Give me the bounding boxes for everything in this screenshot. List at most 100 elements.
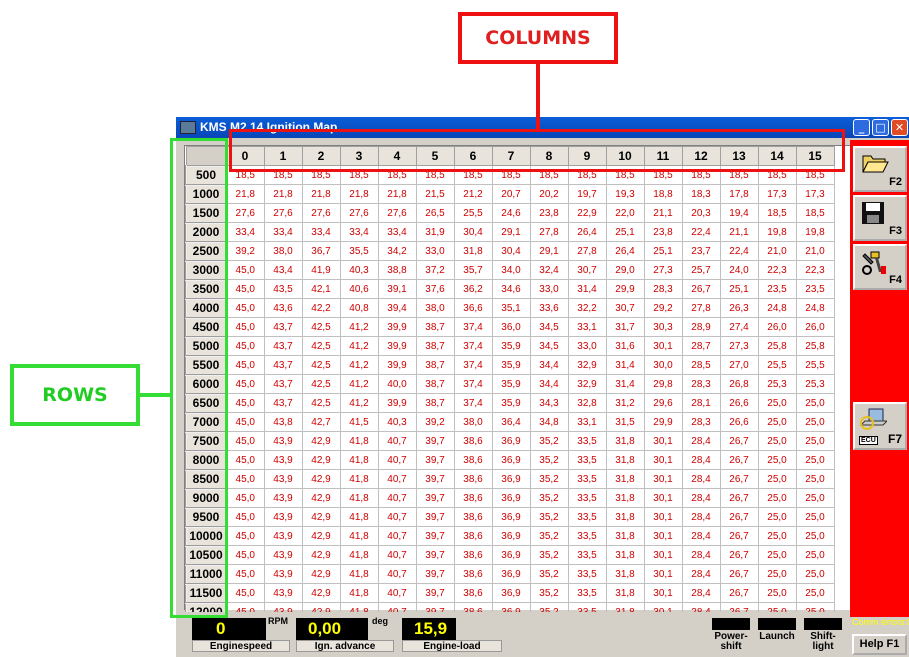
map-cell[interactable]: 21,0 [757,241,797,261]
map-cell[interactable]: 43,7 [263,336,303,356]
map-cell[interactable]: 21,8 [301,184,341,204]
map-cell[interactable]: 33,5 [567,564,607,584]
map-cell[interactable]: 19,8 [795,222,835,242]
map-cell[interactable]: 38,6 [453,488,493,508]
map-cell[interactable]: 28,4 [681,431,721,451]
map-cell[interactable]: 38,0 [453,412,493,432]
map-cell[interactable]: 25,0 [795,583,835,603]
map-cell[interactable]: 39,9 [377,393,417,413]
map-cell[interactable]: 40,7 [377,564,417,584]
map-cell[interactable]: 41,8 [339,488,379,508]
map-cell[interactable]: 25,0 [757,450,797,470]
map-cell[interactable]: 45,0 [225,564,265,584]
map-cell[interactable]: 33,4 [301,222,341,242]
map-cell[interactable]: 31,8 [605,583,645,603]
map-cell[interactable]: 39,7 [415,488,455,508]
map-cell[interactable]: 26,7 [719,583,759,603]
map-cell[interactable]: 36,7 [301,241,341,261]
map-cell[interactable]: 42,5 [301,374,341,394]
map-cell[interactable]: 40,7 [377,488,417,508]
map-cell[interactable]: 25,0 [757,507,797,527]
map-cell[interactable]: 33,5 [567,488,607,508]
map-cell[interactable]: 43,9 [263,431,303,451]
map-cell[interactable]: 41,2 [339,336,379,356]
map-cell[interactable]: 31,8 [453,241,493,261]
map-cell[interactable]: 31,8 [605,469,645,489]
maximize-button[interactable]: □ [872,119,889,136]
map-cell[interactable]: 33,4 [225,222,265,242]
map-cell[interactable]: 25,0 [795,488,835,508]
map-cell[interactable]: 30,4 [491,241,531,261]
map-cell[interactable]: 38,6 [453,564,493,584]
map-cell[interactable]: 33,5 [567,526,607,546]
map-cell[interactable]: 35,2 [529,450,569,470]
map-cell[interactable]: 22,9 [567,203,607,223]
map-cell[interactable]: 32,9 [567,355,607,375]
map-cell[interactable]: 30,1 [643,450,683,470]
map-cell[interactable]: 35,2 [529,564,569,584]
map-cell[interactable]: 31,7 [605,317,645,337]
map-cell[interactable]: 40,3 [339,260,379,280]
map-cell[interactable]: 45,0 [225,412,265,432]
map-cell[interactable]: 33,5 [567,583,607,603]
map-cell[interactable]: 30,7 [605,298,645,318]
map-cell[interactable]: 45,0 [225,393,265,413]
map-cell[interactable]: 37,4 [453,374,493,394]
map-cell[interactable]: 26,7 [719,526,759,546]
map-cell[interactable]: 25,7 [681,260,721,280]
map-cell[interactable]: 27,6 [263,203,303,223]
map-cell[interactable]: 41,2 [339,355,379,375]
map-cell[interactable]: 41,8 [339,469,379,489]
map-cell[interactable]: 30,1 [643,469,683,489]
map-cell[interactable]: 21,8 [225,184,265,204]
map-cell[interactable]: 43,7 [263,374,303,394]
map-cell[interactable]: 31,8 [605,431,645,451]
map-cell[interactable]: 42,9 [301,507,341,527]
map-cell[interactable]: 31,4 [605,374,645,394]
map-cell[interactable]: 35,7 [453,260,493,280]
map-cell[interactable]: 20,2 [529,184,569,204]
map-cell[interactable]: 25,5 [453,203,493,223]
map-cell[interactable]: 25,0 [795,450,835,470]
map-cell[interactable]: 25,5 [757,355,797,375]
map-cell[interactable]: 23,5 [795,279,835,299]
map-cell[interactable]: 33,4 [263,222,303,242]
map-cell[interactable]: 35,9 [491,336,531,356]
map-cell[interactable]: 32,2 [567,298,607,318]
map-cell[interactable]: 40,7 [377,526,417,546]
map-cell[interactable]: 24,0 [719,260,759,280]
map-cell[interactable]: 31,8 [605,488,645,508]
minimize-button[interactable]: _ [853,119,870,136]
map-cell[interactable]: 43,6 [263,298,303,318]
map-cell[interactable]: 27,8 [567,241,607,261]
map-cell[interactable]: 42,9 [301,431,341,451]
map-cell[interactable]: 25,0 [757,526,797,546]
map-cell[interactable]: 21,1 [719,222,759,242]
map-cell[interactable]: 45,0 [225,355,265,375]
tools-button[interactable]: F4 [853,244,907,290]
map-cell[interactable]: 33,6 [529,298,569,318]
map-cell[interactable]: 25,8 [795,336,835,356]
map-cell[interactable]: 24,8 [795,298,835,318]
map-cell[interactable]: 38,6 [453,545,493,565]
map-cell[interactable]: 18,5 [757,203,797,223]
map-cell[interactable]: 22,4 [681,222,721,242]
map-cell[interactable]: 21,0 [795,241,835,261]
map-cell[interactable]: 41,2 [339,317,379,337]
map-cell[interactable]: 31,8 [605,564,645,584]
map-cell[interactable]: 30,0 [643,355,683,375]
map-cell[interactable]: 36,4 [491,412,531,432]
map-cell[interactable]: 24,6 [491,203,531,223]
map-cell[interactable]: 26,0 [795,317,835,337]
map-cell[interactable]: 27,3 [643,260,683,280]
map-cell[interactable]: 29,2 [643,298,683,318]
map-cell[interactable]: 28,4 [681,564,721,584]
map-cell[interactable]: 45,0 [225,488,265,508]
map-cell[interactable]: 28,3 [681,374,721,394]
map-cell[interactable]: 21,8 [339,184,379,204]
map-cell[interactable]: 26,0 [757,317,797,337]
map-cell[interactable]: 35,1 [491,298,531,318]
map-cell[interactable]: 28,3 [643,279,683,299]
map-cell[interactable]: 36,9 [491,507,531,527]
map-cell[interactable]: 30,1 [643,564,683,584]
